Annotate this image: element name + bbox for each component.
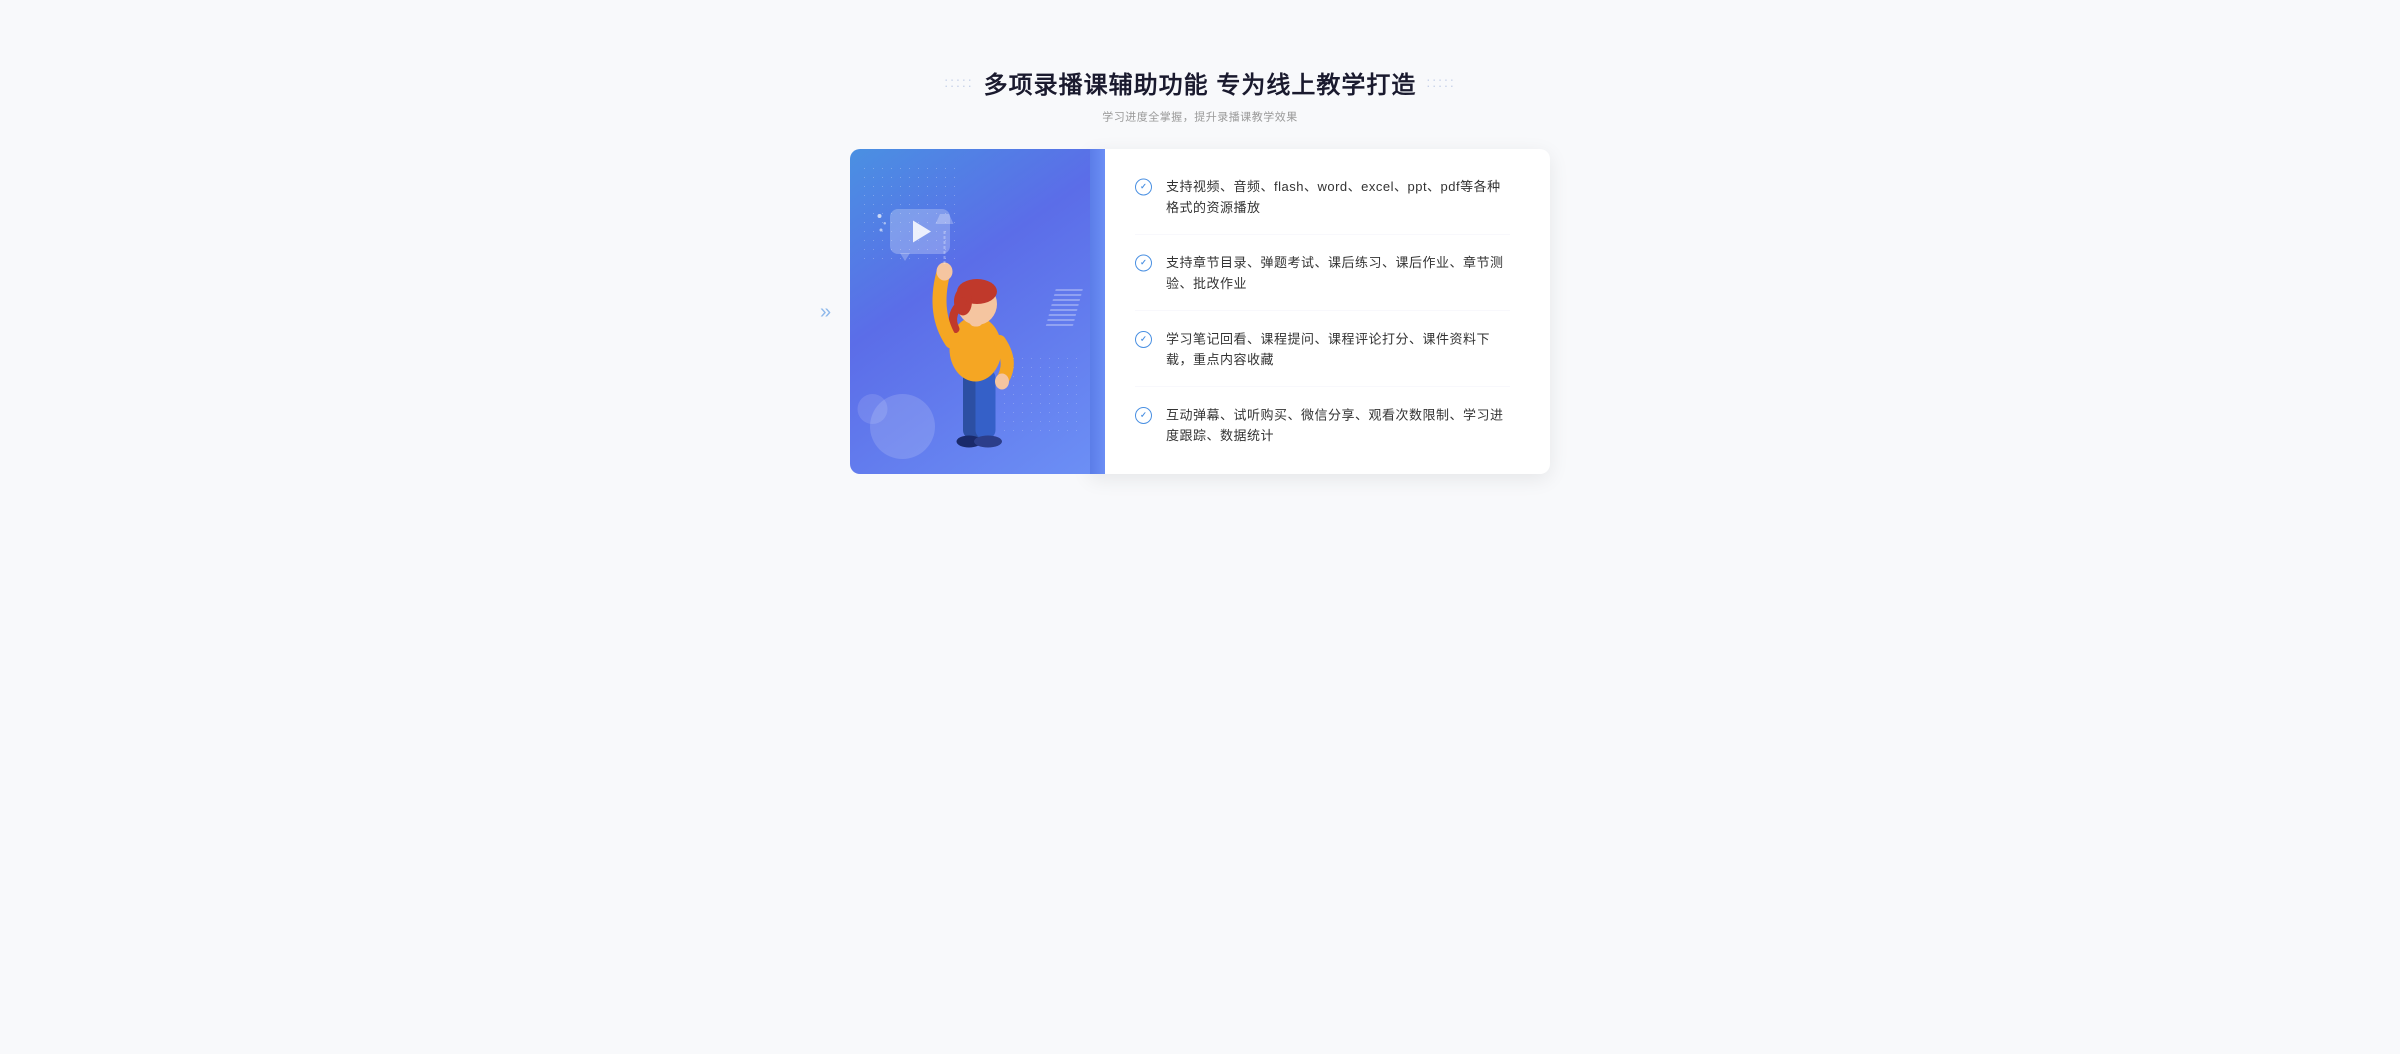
feature-item-2: ✓ 支持章节目录、弹题考试、课后练习、课后作业、章节测验、批改作业 (1135, 237, 1510, 311)
page-container: ::::: 多项录播课辅助功能 专为线上教学打造 ::::: 学习进度全掌握，提… (600, 40, 1800, 527)
feature-item-3: ✓ 学习笔记回看、课程提问、课程评论打分、课件资料下载，重点内容收藏 (1135, 313, 1510, 387)
chevron-left-icon: » (820, 300, 831, 323)
feature-item-1: ✓ 支持视频、音频、flash、word、excel、ppt、pdf等各种格式的… (1135, 177, 1510, 235)
check-icon-4: ✓ (1135, 407, 1152, 424)
content-area: » (850, 149, 1550, 474)
feature-text-4: 互动弹幕、试听购买、微信分享、观看次数限制、学习进度跟踪、数据统计 (1166, 405, 1510, 447)
check-icon-2: ✓ (1135, 255, 1152, 272)
header-section: ::::: 多项录播课辅助功能 专为线上教学打造 ::::: 学习进度全掌握，提… (944, 65, 1456, 124)
stripe-line (1055, 289, 1083, 291)
feature-item-4: ✓ 互动弹幕、试听购买、微信分享、观看次数限制、学习进度跟踪、数据统计 (1135, 389, 1510, 447)
check-icon-3: ✓ (1135, 331, 1152, 348)
person-illustration (898, 214, 1058, 474)
page-title: 多项录播课辅助功能 专为线上教学打造 (984, 65, 1417, 100)
deco-right: ::::: (1426, 75, 1455, 91)
check-icon-1: ✓ (1135, 179, 1152, 196)
sparkle-deco (878, 214, 887, 232)
feature-text-2: 支持章节目录、弹题考试、课后练习、课后作业、章节测验、批改作业 (1166, 253, 1510, 295)
blue-sidebar-strip (1090, 149, 1105, 474)
title-row: ::::: 多项录播课辅助功能 专为线上教学打造 ::::: (944, 65, 1456, 100)
deco-left: ::::: (944, 75, 973, 91)
illustration-panel (850, 149, 1090, 474)
deco-circle-small (858, 394, 888, 424)
feature-text-3: 学习笔记回看、课程提问、课程评论打分、课件资料下载，重点内容收藏 (1166, 329, 1510, 371)
page-subtitle: 学习进度全掌握，提升录播课教学效果 (1102, 108, 1298, 124)
content-panel: ✓ 支持视频、音频、flash、word、excel、ppt、pdf等各种格式的… (1090, 149, 1550, 474)
feature-text-1: 支持视频、音频、flash、word、excel、ppt、pdf等各种格式的资源… (1166, 177, 1510, 219)
